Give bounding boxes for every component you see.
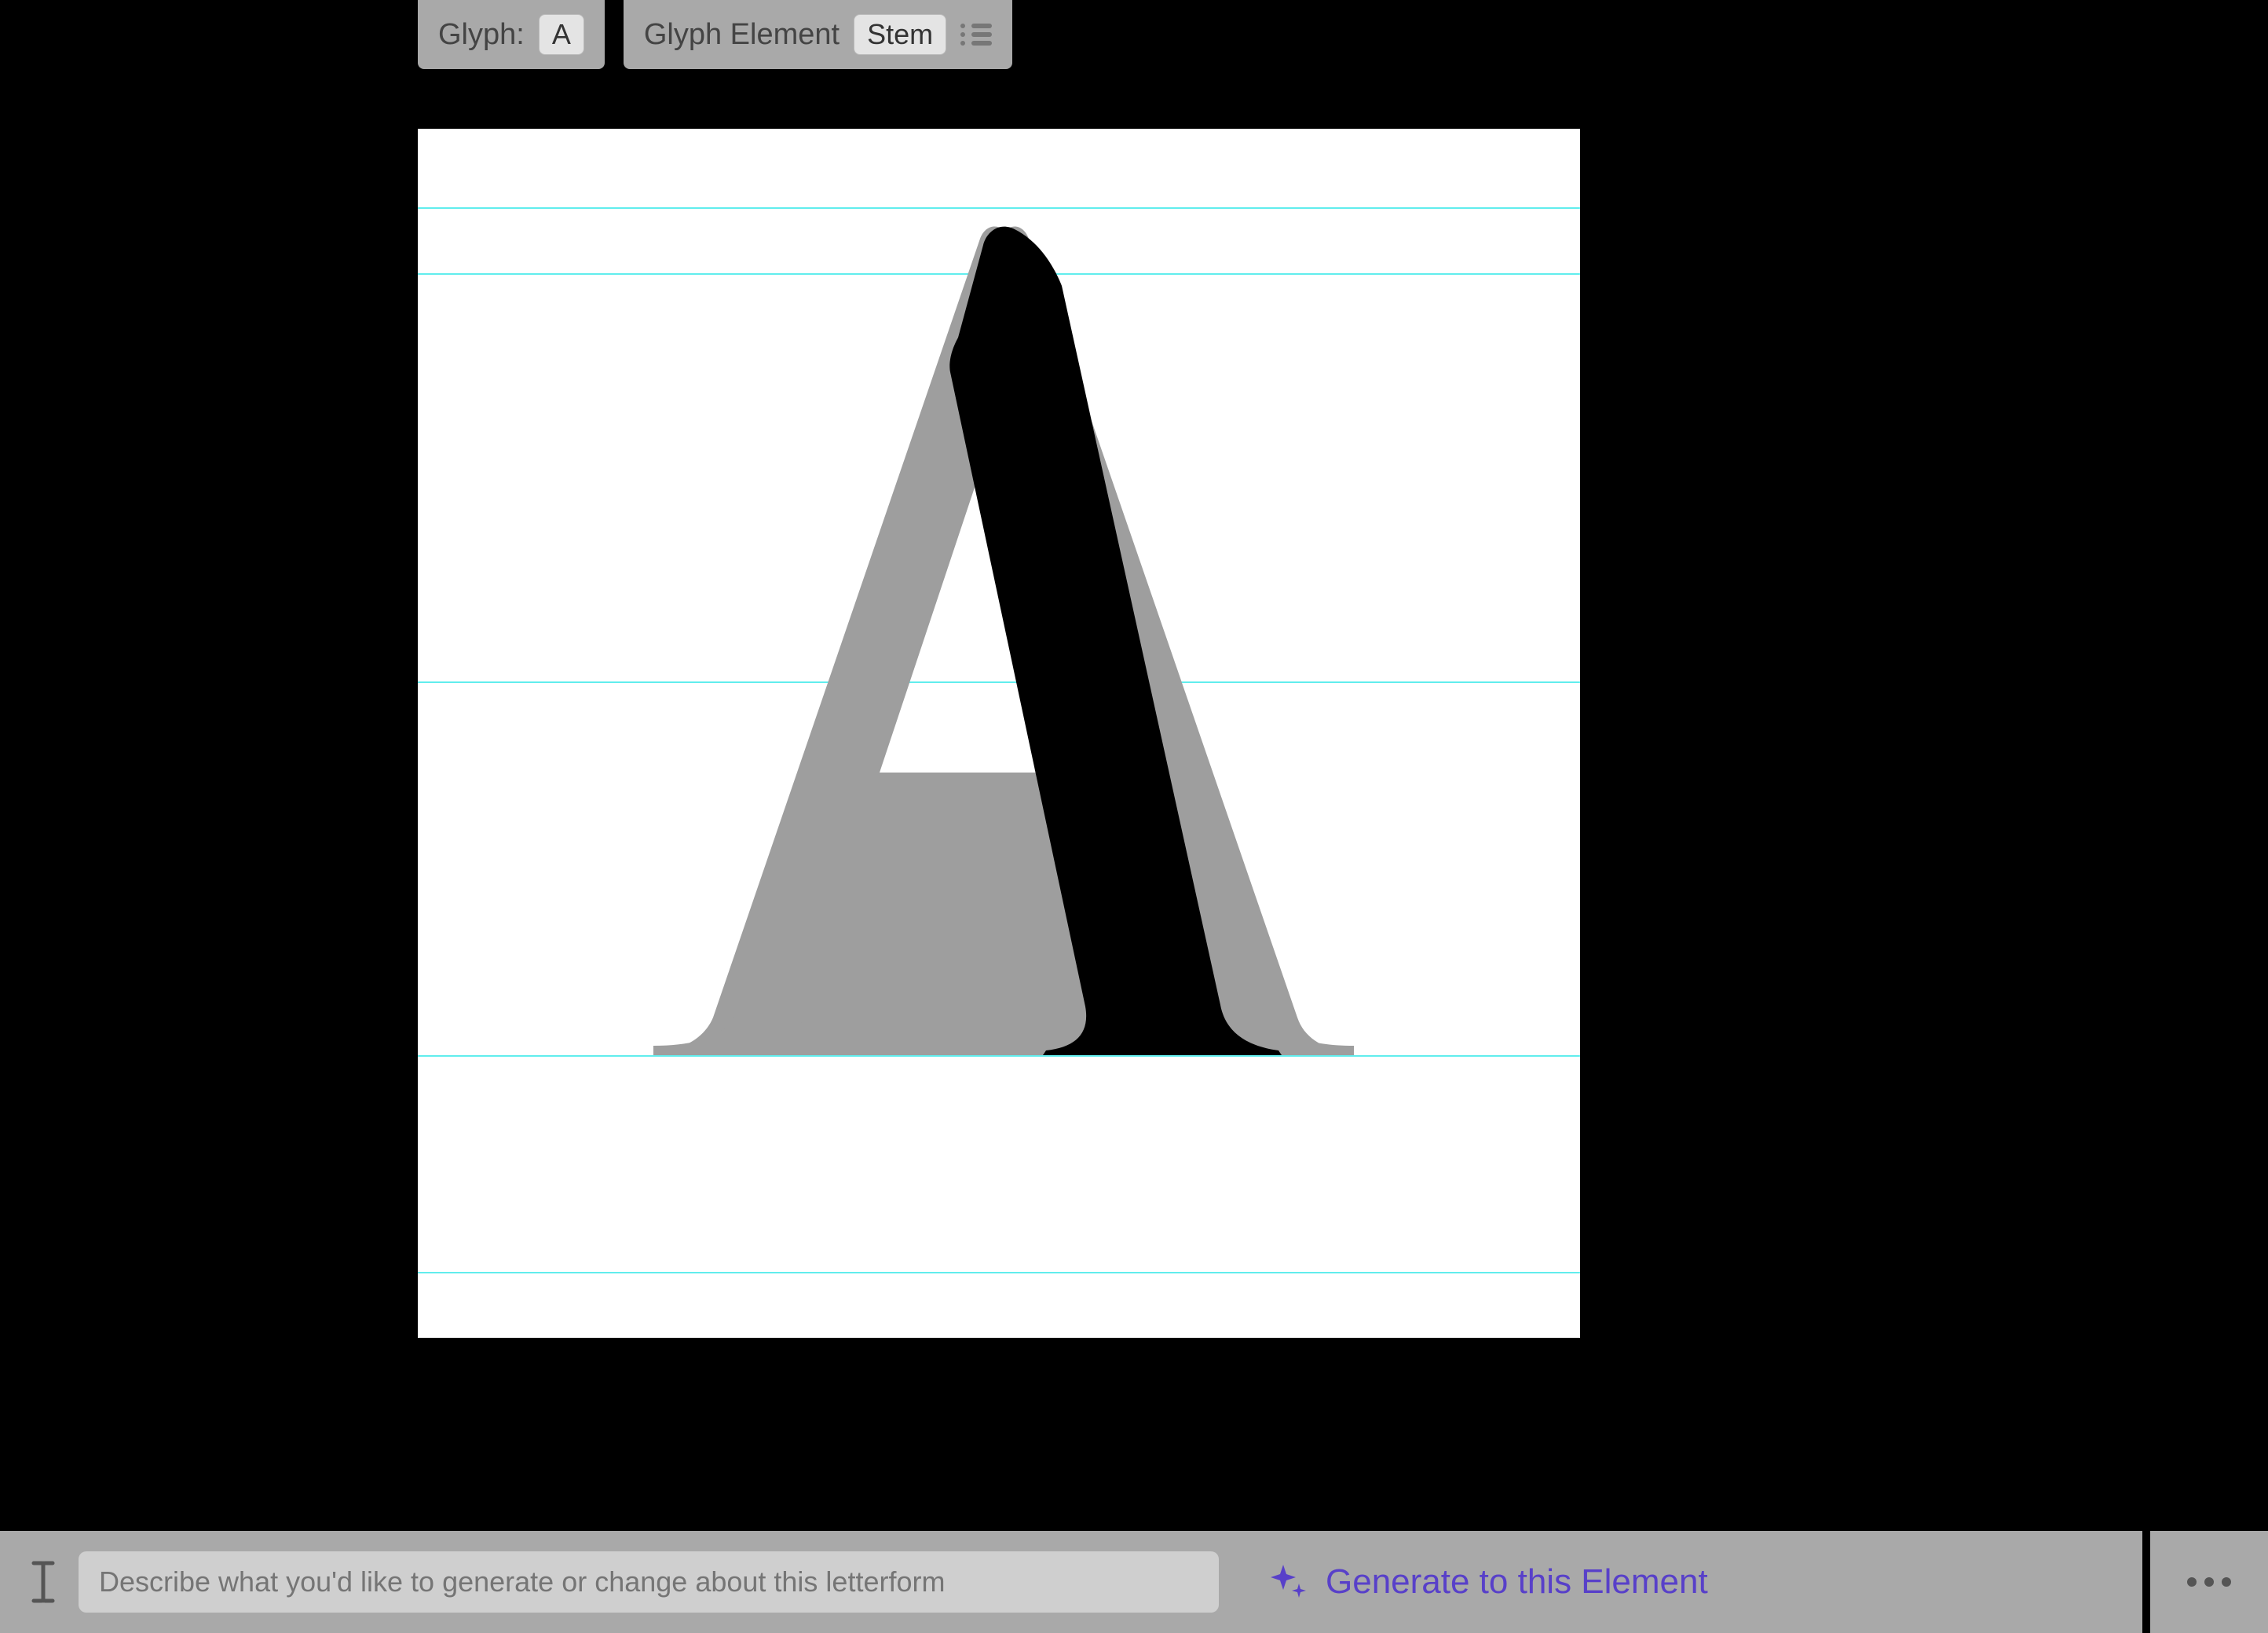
glyph-canvas[interactable] [418,129,1580,1338]
text-cursor-icon [25,1558,61,1606]
glyph-value-badge[interactable]: A [539,14,584,55]
generate-button-label: Generate to this Element [1326,1562,1708,1602]
glyph-drawing [418,129,1580,1338]
app-root: Glyph: A Glyph Element Stem [0,0,2268,1633]
glyph-selector-chip[interactable]: Glyph: A [418,0,605,69]
more-menu-button[interactable] [2142,1531,2268,1633]
more-icon [2187,1577,2231,1587]
glyph-element-label: Glyph Element [644,18,840,52]
bottom-bar: Generate to this Element [0,1531,2268,1633]
glyph-element-chip[interactable]: Glyph Element Stem [624,0,1012,69]
generate-button[interactable]: Generate to this Element [1268,1562,1708,1602]
glyph-element-value-badge[interactable]: Stem [854,14,946,55]
prompt-input[interactable] [79,1551,1219,1613]
sparkle-icon [1268,1562,1308,1602]
top-toolbar: Glyph: A Glyph Element Stem [418,0,1012,69]
glyph-label: Glyph: [438,18,525,52]
element-list-icon[interactable] [960,24,992,46]
